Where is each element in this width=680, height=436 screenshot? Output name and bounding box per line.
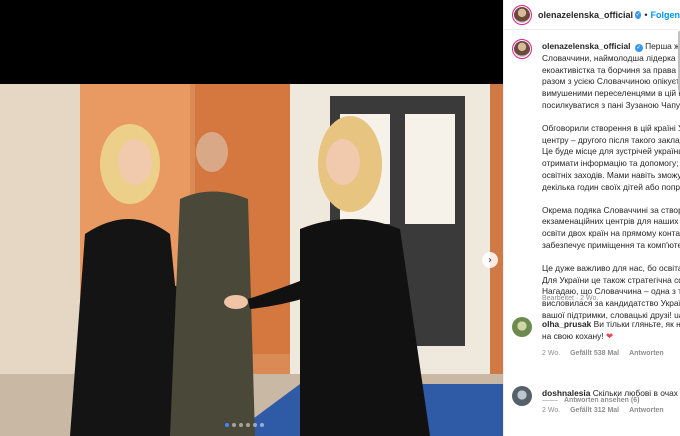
comment-line: Скільки любові в очах чо xyxy=(592,388,680,398)
carousel-dot xyxy=(253,423,257,427)
carousel-dot xyxy=(232,423,236,427)
caption-line: забезпечує приміщення та комп'ютер xyxy=(542,239,680,250)
verified-badge-icon: ✓ xyxy=(635,10,642,19)
caption-line: Обговорили створення в цій країні Ук xyxy=(542,122,680,133)
comment-line: Ви тільки гляньте, як наш xyxy=(593,319,680,329)
caption-line: екоактивістка та борчиня за права лю xyxy=(542,64,680,75)
caption-line: разом з усією Словаччиною опікуєтьс xyxy=(542,76,680,87)
comment-line: на свою кохану! xyxy=(542,330,604,341)
post-side-panel: olenazelenska_official ✓ • Folgen olenaz… xyxy=(503,0,680,436)
comment-username[interactable]: olha_prusak xyxy=(542,319,591,329)
comment-avatar[interactable] xyxy=(512,317,532,337)
comments-scroll-area[interactable]: olenazelenska_official ✓ Перша жінка Сло… xyxy=(504,31,680,436)
caption-line: Словаччини, наймолодша лідерка в іс xyxy=(542,52,680,63)
caption-line: вимушеними переселенцями в цій кр xyxy=(542,88,680,99)
carousel-dot xyxy=(239,423,243,427)
separator-dot: • xyxy=(644,9,648,20)
caption-line: центру – другого після такого заклад xyxy=(542,134,680,145)
caption-line: Це дуже важливо для нас, бо освіта н xyxy=(542,262,680,273)
caption-line: Для України це також стратегічна сфе xyxy=(542,274,680,285)
comment-meta: 2 Wo. Gefällt 312 Mal Antworten xyxy=(542,407,672,414)
comment-meta: 2 Wo. Gefällt 538 Mal Antworten xyxy=(542,350,672,357)
post-media-pane: › xyxy=(0,0,503,436)
caption-line: посилкуватися з пані Зузаною Чапуто xyxy=(542,99,680,110)
carousel-dot xyxy=(246,423,250,427)
caption-avatar[interactable] xyxy=(512,39,532,59)
caption-line: Це буде місце для зустрічей українців xyxy=(542,146,680,157)
caption-meta: Bearbeitet · 2 Wo. xyxy=(542,295,599,302)
replies-divider xyxy=(542,400,558,401)
reply-button[interactable]: Antworten xyxy=(629,350,664,357)
caption-line: Перша жінка xyxy=(645,41,680,51)
avatar[interactable] xyxy=(512,4,532,25)
header-username[interactable]: olenazelenska_official xyxy=(538,10,633,20)
comment-age: 2 Wo. xyxy=(542,350,561,357)
carousel-dot xyxy=(225,423,229,427)
comment-likes[interactable]: Gefällt 538 Mal xyxy=(570,350,619,357)
heart-icon: ❤ xyxy=(605,330,613,341)
caption-text: olenazelenska_official ✓ Перша жінка Сло… xyxy=(542,41,680,322)
caption-line: екзаменаційних центрів для наших аб xyxy=(542,216,680,227)
post-header: olenazelenska_official ✓ • Folgen xyxy=(504,0,680,30)
comment-avatar[interactable] xyxy=(512,386,532,406)
chevron-right-icon[interactable]: › xyxy=(482,252,498,268)
comment-text: doshnalesia Скільки любові в очах чо xyxy=(542,388,680,400)
follow-button[interactable]: Folgen xyxy=(651,10,680,20)
caption-line: отримати інформацію та допомогу; м xyxy=(542,158,680,169)
comment-text: olha_prusak Ви тільки гляньте, як наш на… xyxy=(542,319,680,343)
carousel-dot xyxy=(260,423,264,427)
caption-line: освіти двох країн на прямому контакт xyxy=(542,228,680,239)
post-photo[interactable] xyxy=(0,84,503,436)
caption-line: освітніх заходів. Мами навіть зможуть xyxy=(542,169,680,180)
carousel-dots xyxy=(225,423,264,427)
caption-username[interactable]: olenazelenska_official xyxy=(542,41,630,51)
comment-likes[interactable]: Gefällt 312 Mal xyxy=(570,407,619,414)
caption-line: декілька годин своїх дітей або попрац xyxy=(542,181,680,192)
verified-badge-icon: ✓ xyxy=(634,43,643,52)
reply-button[interactable]: Antworten xyxy=(629,407,664,414)
comment-username[interactable]: doshnalesia xyxy=(542,388,590,398)
photo-scene xyxy=(0,84,503,436)
caption-line: Окрема подяка Словаччині за створе xyxy=(542,204,680,215)
comment-age: 2 Wo. xyxy=(542,407,561,414)
